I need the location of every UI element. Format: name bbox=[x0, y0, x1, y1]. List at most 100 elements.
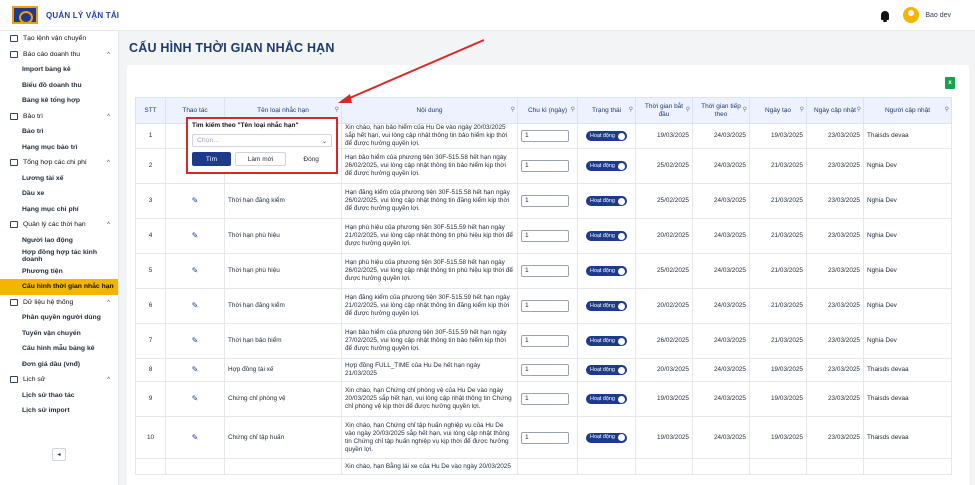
sidebar-item[interactable]: Lương tài xế bbox=[0, 171, 118, 187]
cycle-input[interactable]: 1 bbox=[521, 130, 569, 142]
column-search-icon[interactable]: ⚲ bbox=[686, 107, 690, 114]
sidebar-item[interactable]: Lịch sử ^ bbox=[0, 372, 118, 388]
status-toggle[interactable]: Hoạt động bbox=[586, 161, 627, 171]
bell-icon[interactable] bbox=[881, 10, 890, 22]
chevron-up-icon[interactable]: ^ bbox=[107, 300, 110, 306]
close-button[interactable]: Đóng bbox=[290, 152, 332, 166]
row-cycle: 1 bbox=[517, 358, 578, 382]
edit-icon[interactable]: ✎ bbox=[192, 336, 199, 345]
toggle-knob bbox=[617, 162, 625, 170]
status-toggle[interactable]: Hoạt động bbox=[586, 394, 627, 404]
status-toggle[interactable]: Hoạt động bbox=[586, 432, 627, 443]
edit-icon[interactable]: ✎ bbox=[192, 301, 199, 310]
cycle-input[interactable]: 1 bbox=[521, 160, 569, 172]
sidebar-item[interactable]: Đơn giá dầu (vnđ) bbox=[0, 357, 118, 373]
app-title: QUẢN LÝ VẬN TẢI bbox=[46, 10, 120, 20]
column-search-icon[interactable]: ⚲ bbox=[629, 107, 633, 114]
sidebar-item[interactable]: Báo cáo doanh thu ^ bbox=[0, 47, 118, 63]
excel-export-icon[interactable]: x bbox=[945, 77, 955, 89]
sidebar-item[interactable]: Lịch sử thao tác bbox=[0, 388, 118, 404]
row-stt: 9 bbox=[135, 381, 166, 417]
sidebar-item[interactable]: Bảng kê tổng hợp bbox=[0, 93, 118, 109]
collapse-sidebar-button[interactable]: ◂ bbox=[52, 448, 66, 461]
edit-icon[interactable]: ✎ bbox=[192, 196, 199, 205]
edit-icon[interactable]: ✎ bbox=[192, 266, 199, 275]
column-search-icon[interactable]: ⚲ bbox=[945, 107, 949, 114]
cycle-input[interactable]: 1 bbox=[521, 364, 569, 376]
chevron-up-icon[interactable]: ^ bbox=[107, 160, 110, 166]
cycle-input[interactable]: 1 bbox=[521, 335, 569, 347]
sidebar-item[interactable]: Quản lý các thời hạn ^ bbox=[0, 217, 118, 233]
sidebar-item-label: Tuyến vận chuyển bbox=[22, 329, 81, 337]
sidebar-item-label: Dữ liệu hệ thống bbox=[23, 298, 74, 306]
sidebar-item[interactable]: Phương tiện bbox=[0, 264, 118, 280]
status-toggle[interactable]: Hoạt động bbox=[586, 131, 627, 141]
sidebar-item[interactable]: Lịch sử import bbox=[0, 403, 118, 419]
cycle-input[interactable]: 1 bbox=[521, 265, 569, 277]
row-next-date: 24/03/2025 bbox=[692, 253, 750, 289]
sidebar-item[interactable]: Import bảng kê bbox=[0, 62, 118, 78]
row-cycle bbox=[517, 458, 578, 475]
sidebar-item[interactable]: Tuyến vận chuyển bbox=[0, 326, 118, 342]
status-toggle[interactable]: Hoạt động bbox=[586, 301, 627, 311]
column-search-icon[interactable]: ⚲ bbox=[800, 107, 804, 114]
sidebar-item[interactable]: Hạng mục bảo trì bbox=[0, 140, 118, 156]
edit-icon[interactable]: ✎ bbox=[192, 231, 199, 240]
column-search-icon[interactable]: ⚲ bbox=[511, 107, 515, 114]
table-row: 6 ✎ Thời hạn đăng kiểm Hạn đăng kiểm của ph… bbox=[135, 288, 952, 324]
row-updated-date: 23/03/2025 bbox=[806, 288, 864, 324]
status-toggle[interactable]: Hoạt động bbox=[586, 196, 627, 206]
edit-icon[interactable]: ✎ bbox=[192, 365, 199, 374]
cycle-input[interactable]: 1 bbox=[521, 431, 569, 444]
sidebar-item[interactable]: Hợp đồng hợp tác kinh doanh bbox=[0, 248, 118, 264]
cycle-input[interactable]: 1 bbox=[521, 393, 569, 405]
row-cycle: 1 bbox=[517, 218, 578, 254]
sidebar-item[interactable]: Cấu hình mẫu bảng kê bbox=[0, 341, 118, 357]
sidebar-item[interactable]: Phân quyền người dùng bbox=[0, 310, 118, 326]
status-toggle[interactable]: Hoạt động bbox=[586, 266, 627, 276]
column-search-icon[interactable]: ⚲ bbox=[335, 107, 339, 114]
sidebar-item[interactable]: Tạo lệnh vận chuyển bbox=[0, 31, 118, 47]
row-stt: 8 bbox=[135, 358, 166, 382]
cycle-input[interactable]: 1 bbox=[521, 300, 569, 312]
filter-select[interactable]: Chọn... ⌄ bbox=[192, 134, 332, 147]
app-logo[interactable] bbox=[12, 6, 38, 24]
edit-icon[interactable]: ✎ bbox=[192, 394, 199, 403]
sidebar-item[interactable]: Dầu xe bbox=[0, 186, 118, 202]
status-toggle-label: Hoạt động bbox=[590, 132, 615, 139]
row-status: Hoạt động bbox=[577, 148, 636, 184]
chevron-up-icon[interactable]: ^ bbox=[107, 377, 110, 383]
edit-icon[interactable]: ✎ bbox=[192, 433, 199, 442]
status-toggle[interactable]: Hoạt động bbox=[586, 365, 627, 375]
row-cycle: 1 bbox=[517, 123, 578, 149]
avatar[interactable] bbox=[903, 7, 920, 23]
reset-button[interactable]: Làm mới bbox=[234, 152, 287, 166]
sidebar-item[interactable]: Tổng hợp các chi phí ^ bbox=[0, 155, 118, 171]
sidebar-item[interactable]: Bảo trì ^ bbox=[0, 109, 118, 125]
row-next-date: 24/03/2025 bbox=[692, 183, 750, 219]
sidebar-item[interactable]: Người lao động bbox=[0, 233, 118, 249]
chevron-up-icon[interactable]: ^ bbox=[107, 52, 110, 58]
sidebar-item-label: Quản lý các thời hạn bbox=[23, 221, 86, 229]
search-button[interactable]: Tìm bbox=[192, 152, 231, 166]
chevron-up-icon[interactable]: ^ bbox=[107, 222, 110, 228]
cycle-input[interactable]: 1 bbox=[521, 195, 569, 207]
column-search-icon[interactable]: ⚲ bbox=[571, 107, 575, 114]
sidebar-item-label: Bảng kê tổng hợp bbox=[22, 97, 81, 105]
sidebar-item[interactable]: Cấu hình thời gian nhắc hạn bbox=[0, 279, 118, 295]
status-toggle[interactable]: Hoạt động bbox=[586, 336, 627, 346]
sidebar-item[interactable]: Bảo trì bbox=[0, 124, 118, 140]
sidebar-item-label: Biểu đồ doanh thu bbox=[22, 81, 82, 89]
row-updater: Thaisds devaa bbox=[863, 416, 952, 459]
status-toggle[interactable]: Hoạt động bbox=[586, 231, 627, 241]
row-next-date: 24/03/2025 bbox=[692, 148, 750, 184]
column-search-icon[interactable]: ⚲ bbox=[743, 107, 747, 114]
sidebar-item[interactable]: Dữ liệu hệ thống ^ bbox=[0, 295, 118, 311]
table-row: 7 ✎ Thời hạn bảo hiểm Hạn bảo hiểm của phươ… bbox=[135, 323, 952, 359]
sidebar-item[interactable]: Hạng mục chi phí bbox=[0, 202, 118, 218]
chevron-up-icon[interactable]: ^ bbox=[107, 114, 110, 120]
user-name[interactable]: Bao dev bbox=[925, 12, 951, 19]
cycle-input[interactable]: 1 bbox=[521, 230, 569, 242]
sidebar-item[interactable]: Biểu đồ doanh thu bbox=[0, 78, 118, 94]
column-search-icon[interactable]: ⚲ bbox=[857, 107, 861, 114]
